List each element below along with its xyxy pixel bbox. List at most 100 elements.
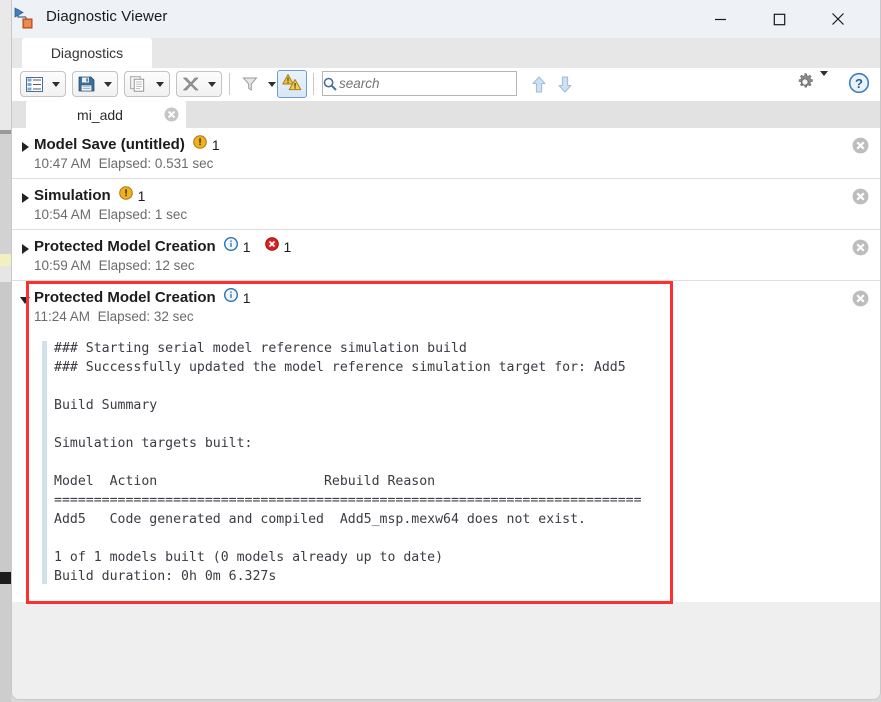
simulink-model-icon [12, 6, 40, 32]
clear-button[interactable] [176, 71, 222, 97]
save-button[interactable] [72, 71, 118, 97]
funnel-filter-icon [237, 72, 264, 96]
table-row[interactable]: Protected Model Creation 1 1 10:59 AM El… [12, 230, 880, 281]
view-options-dropdown-arrow[interactable] [48, 72, 65, 96]
gear-icon [795, 72, 815, 97]
close-circle-icon[interactable] [156, 107, 186, 122]
expanded-message-group: Protected Model Creation 1 11:24 AM Elap… [12, 281, 880, 604]
search-box[interactable] [322, 71, 520, 96]
message-timestamp: 10:59 AM Elapsed: 12 sec [34, 258, 880, 273]
message-title: Simulation [34, 187, 111, 204]
message-detail-panel: ### Starting serial model reference simu… [12, 331, 880, 602]
message-timestamp: 10:47 AM Elapsed: 0.531 sec [34, 156, 880, 171]
bg-segment [0, 584, 11, 702]
expand-collapse-triangle-icon[interactable] [18, 140, 32, 154]
info-icon [223, 287, 238, 307]
message-title: Protected Model Creation [34, 289, 216, 306]
floppy-save-icon [73, 72, 100, 96]
tab-diagnostics[interactable]: Diagnostics [22, 38, 152, 68]
close-circle-icon[interactable] [852, 188, 870, 206]
detail-gutter-bar [42, 341, 47, 584]
message-title: Model Save (untitled) [34, 136, 185, 153]
bg-segment [0, 134, 11, 254]
toolbar-separator [313, 73, 314, 95]
question-mark-icon: ? [848, 72, 870, 98]
bg-segment [0, 282, 11, 572]
badge-count: 1 [242, 238, 251, 255]
filter-button[interactable] [237, 71, 281, 97]
bg-segment [0, 266, 11, 282]
message-timestamp: 10:54 AM Elapsed: 1 sec [34, 207, 880, 222]
status-badge: 1 [223, 287, 251, 307]
window-title: Diagnostic Viewer [46, 8, 168, 25]
message-time: 10:54 AM [34, 207, 92, 222]
expand-collapse-triangle-icon[interactable] [18, 242, 32, 256]
status-badge: 1 [223, 236, 251, 256]
next-match-button[interactable] [555, 73, 575, 95]
close-circle-icon[interactable] [852, 137, 870, 155]
document-tab-mi_add[interactable]: mi_add [26, 101, 186, 128]
expand-collapse-triangle-icon[interactable] [18, 191, 32, 205]
table-row[interactable]: Simulation 1 10:54 AM Elapsed: 1 sec [12, 179, 880, 230]
clear-dropdown-arrow[interactable] [204, 72, 221, 96]
diagnostics-message-list: Model Save (untitled) 1 10:47 AM Elapsed… [12, 128, 880, 699]
message-elapsed: Elapsed: 32 sec [97, 309, 194, 324]
save-dropdown-arrow[interactable] [100, 72, 117, 96]
background-window-strip [0, 0, 11, 702]
document-tab-label: mi_add [77, 106, 123, 123]
ribbon-tab-strip: Diagnostics [12, 38, 880, 69]
badge-count: 1 [283, 238, 292, 255]
title-bar: Diagnostic Viewer [12, 0, 880, 39]
diagnostic-viewer-window: Diagnostic Viewer Diagnostics search ? m… [11, 0, 881, 700]
warnings-toggle-button[interactable] [277, 70, 307, 98]
badge-count: 1 [242, 289, 251, 306]
message-time: 10:59 AM [34, 258, 92, 273]
list-view-icon [21, 72, 48, 96]
status-badge: 1 [264, 237, 292, 256]
settings-button[interactable] [795, 70, 828, 97]
bg-segment [0, 572, 11, 584]
message-timestamp: 11:24 AM Elapsed: 32 sec [34, 309, 880, 324]
message-time: 11:24 AM [34, 309, 91, 324]
expand-collapse-triangle-icon[interactable] [18, 293, 32, 307]
close-circle-icon[interactable] [852, 290, 870, 308]
close-button[interactable] [815, 0, 861, 38]
status-badge: 1 [193, 135, 220, 154]
info-icon [223, 236, 238, 256]
minimize-button[interactable] [697, 0, 743, 38]
bg-segment [0, 0, 11, 130]
error-icon [264, 237, 279, 256]
badge-count: 1 [211, 136, 220, 153]
message-elapsed: Elapsed: 12 sec [98, 258, 195, 273]
toolbar-separator [229, 73, 230, 95]
badge-count: 1 [137, 187, 146, 204]
build-log-text: ### Starting serial model reference simu… [54, 341, 642, 584]
svg-text:?: ? [855, 76, 863, 91]
document-tab-strip: mi_add [12, 101, 880, 129]
copy-button[interactable] [124, 71, 170, 97]
copy-pages-icon [125, 72, 152, 96]
previous-match-button[interactable] [529, 73, 549, 95]
message-time: 10:47 AM [34, 156, 92, 171]
message-elapsed: Elapsed: 1 sec [98, 207, 188, 222]
warning-icon [118, 186, 133, 205]
clear-x-icon [177, 72, 204, 96]
message-title: Protected Model Creation [34, 238, 216, 255]
message-elapsed: Elapsed: 0.531 sec [98, 156, 214, 171]
toolbar: ? [12, 68, 880, 102]
search-input[interactable] [337, 75, 520, 92]
search-icon [323, 77, 337, 91]
tab-diagnostics-label: Diagnostics [50, 45, 124, 61]
help-button[interactable]: ? [848, 72, 870, 99]
maximize-button[interactable] [756, 0, 802, 38]
status-badge: 1 [118, 186, 146, 205]
bg-segment [0, 254, 11, 266]
settings-dropdown-arrow[interactable] [820, 70, 828, 94]
copy-dropdown-arrow[interactable] [152, 72, 169, 96]
warning-icon [193, 135, 207, 154]
table-row[interactable]: Protected Model Creation 1 11:24 AM Elap… [12, 281, 880, 331]
table-row[interactable]: Model Save (untitled) 1 10:47 AM Elapsed… [12, 128, 880, 179]
view-options-button[interactable] [20, 71, 66, 97]
stacked-warning-triangles-icon [282, 73, 302, 96]
close-circle-icon[interactable] [852, 239, 870, 257]
